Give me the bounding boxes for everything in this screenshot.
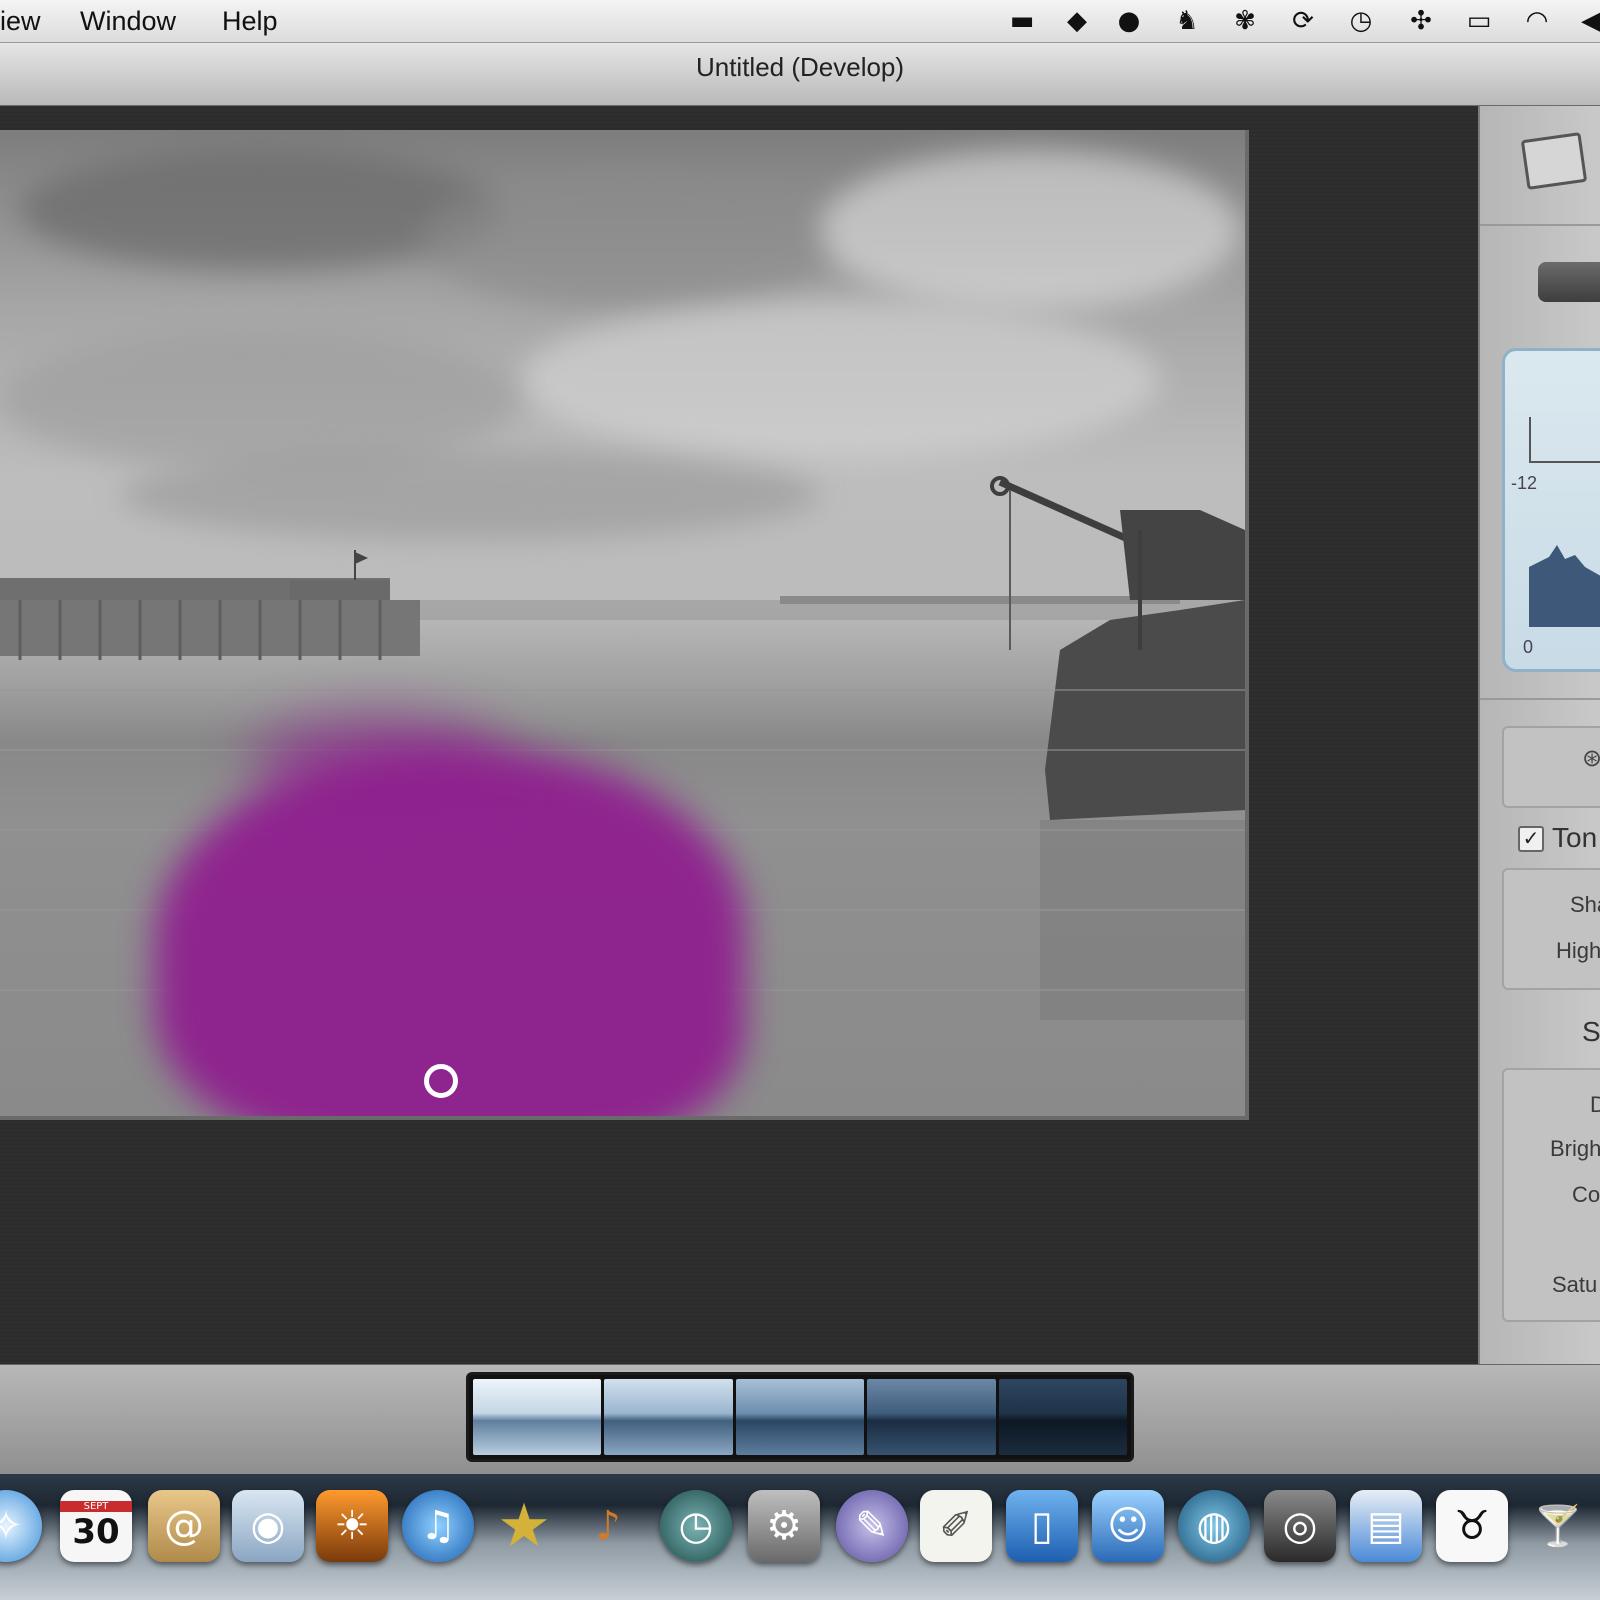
histogram-zero-label: 0 — [1523, 637, 1534, 657]
contrast-label: Co — [1572, 1182, 1600, 1207]
dropbox-icon[interactable]: ◆ — [1060, 5, 1094, 37]
garageband-icon[interactable]: ♪ — [572, 1490, 644, 1562]
panel-button[interactable] — [1538, 262, 1600, 302]
menu-view[interactable]: iew — [0, 6, 41, 37]
panel-divider — [1480, 698, 1600, 700]
imovie-icon[interactable]: ★ — [488, 1490, 560, 1562]
image-capture-icon[interactable]: ▤ — [1350, 1490, 1422, 1562]
color-box: D Brigh Co Satu — [1502, 1068, 1600, 1322]
display-icon[interactable]: ▭ — [1462, 5, 1496, 37]
window-title: Untitled (Develop) — [695, 52, 905, 82]
histogram-min-label: -12 — [1511, 473, 1538, 493]
menu-bar: iew Window Help ▬ ◆ ● ♞ ✾ ⟳ ◷ ✣ ▭ ◠ ◀ — [0, 0, 1600, 43]
folder-cloud-icon[interactable]: ▬ — [1005, 5, 1039, 37]
safari-icon[interactable]: ✧ — [0, 1490, 42, 1562]
cow-app-icon[interactable]: ♉ — [1436, 1490, 1508, 1562]
title-bar: Untitled (Develop) — [0, 43, 1600, 106]
brush-mask-top-fade — [250, 715, 510, 805]
volume-icon[interactable]: ◀ — [1574, 5, 1600, 37]
brightness-label: Brigh — [1550, 1136, 1600, 1161]
photo-browser-icon[interactable] — [1520, 132, 1588, 190]
script-editor-icon[interactable]: ✎ — [836, 1490, 908, 1562]
photo-booth-icon[interactable]: ☀ — [316, 1490, 388, 1562]
shadows-label: Sha — [1570, 892, 1600, 917]
dock: ✧ SEPT 30 @ ◉ ☀ ♫ ★ ♪ ◷ ⚙ ✎ ✐ ▯ ☺ ◍ ◎ ▤ … — [0, 1474, 1600, 1600]
tone-box: Sha High — [1502, 868, 1600, 990]
highlights-label: High — [1556, 938, 1600, 963]
time-machine-dock-icon[interactable]: ◷ — [660, 1490, 732, 1562]
aperture-dock-icon[interactable]: ◎ — [1264, 1490, 1336, 1562]
network-globe-icon[interactable]: ◍ — [1178, 1490, 1250, 1562]
wifi-icon[interactable]: ◠ — [1520, 5, 1554, 37]
filmstrip — [466, 1372, 1134, 1462]
saturation-label: Satu — [1552, 1272, 1598, 1297]
filmstrip-frame-5[interactable] — [998, 1379, 1128, 1455]
itunes-icon[interactable]: ♫ — [402, 1490, 474, 1562]
tone-checkbox[interactable]: ✓ — [1518, 826, 1544, 852]
evernote-icon[interactable]: ♞ — [1170, 5, 1204, 37]
shutter-box[interactable]: ⊛ — [1502, 726, 1600, 808]
menu-window[interactable]: Window — [80, 6, 176, 37]
filmstrip-frame-2[interactable] — [604, 1379, 733, 1455]
brush-cursor[interactable] — [424, 1064, 458, 1098]
cocktail-icon[interactable]: 🍸 — [1522, 1490, 1594, 1562]
bluetooth-icon[interactable]: ✣ — [1404, 5, 1438, 37]
time-machine-icon[interactable]: ◷ — [1344, 5, 1378, 37]
adjustments-panel: -12 0 ⊛ ✓ Ton Sha High S D Brigh Co Satu — [1478, 106, 1600, 1364]
sync-icon[interactable]: ⟳ — [1286, 5, 1320, 37]
pen-circle-icon[interactable]: ● — [1112, 5, 1146, 37]
definition-label: D — [1590, 1092, 1600, 1117]
system-preferences-icon[interactable]: ⚙ — [748, 1490, 820, 1562]
paw-icon[interactable]: ✾ — [1228, 5, 1262, 37]
aperture-icon[interactable]: ⊛ — [1582, 744, 1600, 772]
photo-preview[interactable] — [0, 130, 1249, 1120]
menu-help[interactable]: Help — [222, 6, 278, 37]
panel-divider — [1480, 224, 1600, 226]
address-book-icon[interactable]: @ — [148, 1490, 220, 1562]
front-row-icon[interactable]: ☺ — [1092, 1490, 1164, 1562]
section-label: S — [1582, 1016, 1600, 1047]
filmstrip-frame-3[interactable] — [735, 1379, 865, 1455]
preview-icon[interactable]: ◉ — [232, 1490, 304, 1562]
textedit-icon[interactable]: ✐ — [920, 1490, 992, 1562]
brush-mask-overlay — [155, 750, 745, 1116]
filmstrip-frame-1[interactable] — [473, 1379, 602, 1455]
calendar-icon[interactable]: SEPT 30 — [60, 1490, 132, 1562]
histogram-graph — [1529, 545, 1600, 627]
filmstrip-frame-4[interactable] — [867, 1379, 996, 1455]
xcode-icon[interactable]: ▯ — [1006, 1490, 1078, 1562]
histogram: -12 0 — [1502, 348, 1600, 672]
tone-section-label: Ton — [1552, 822, 1598, 853]
